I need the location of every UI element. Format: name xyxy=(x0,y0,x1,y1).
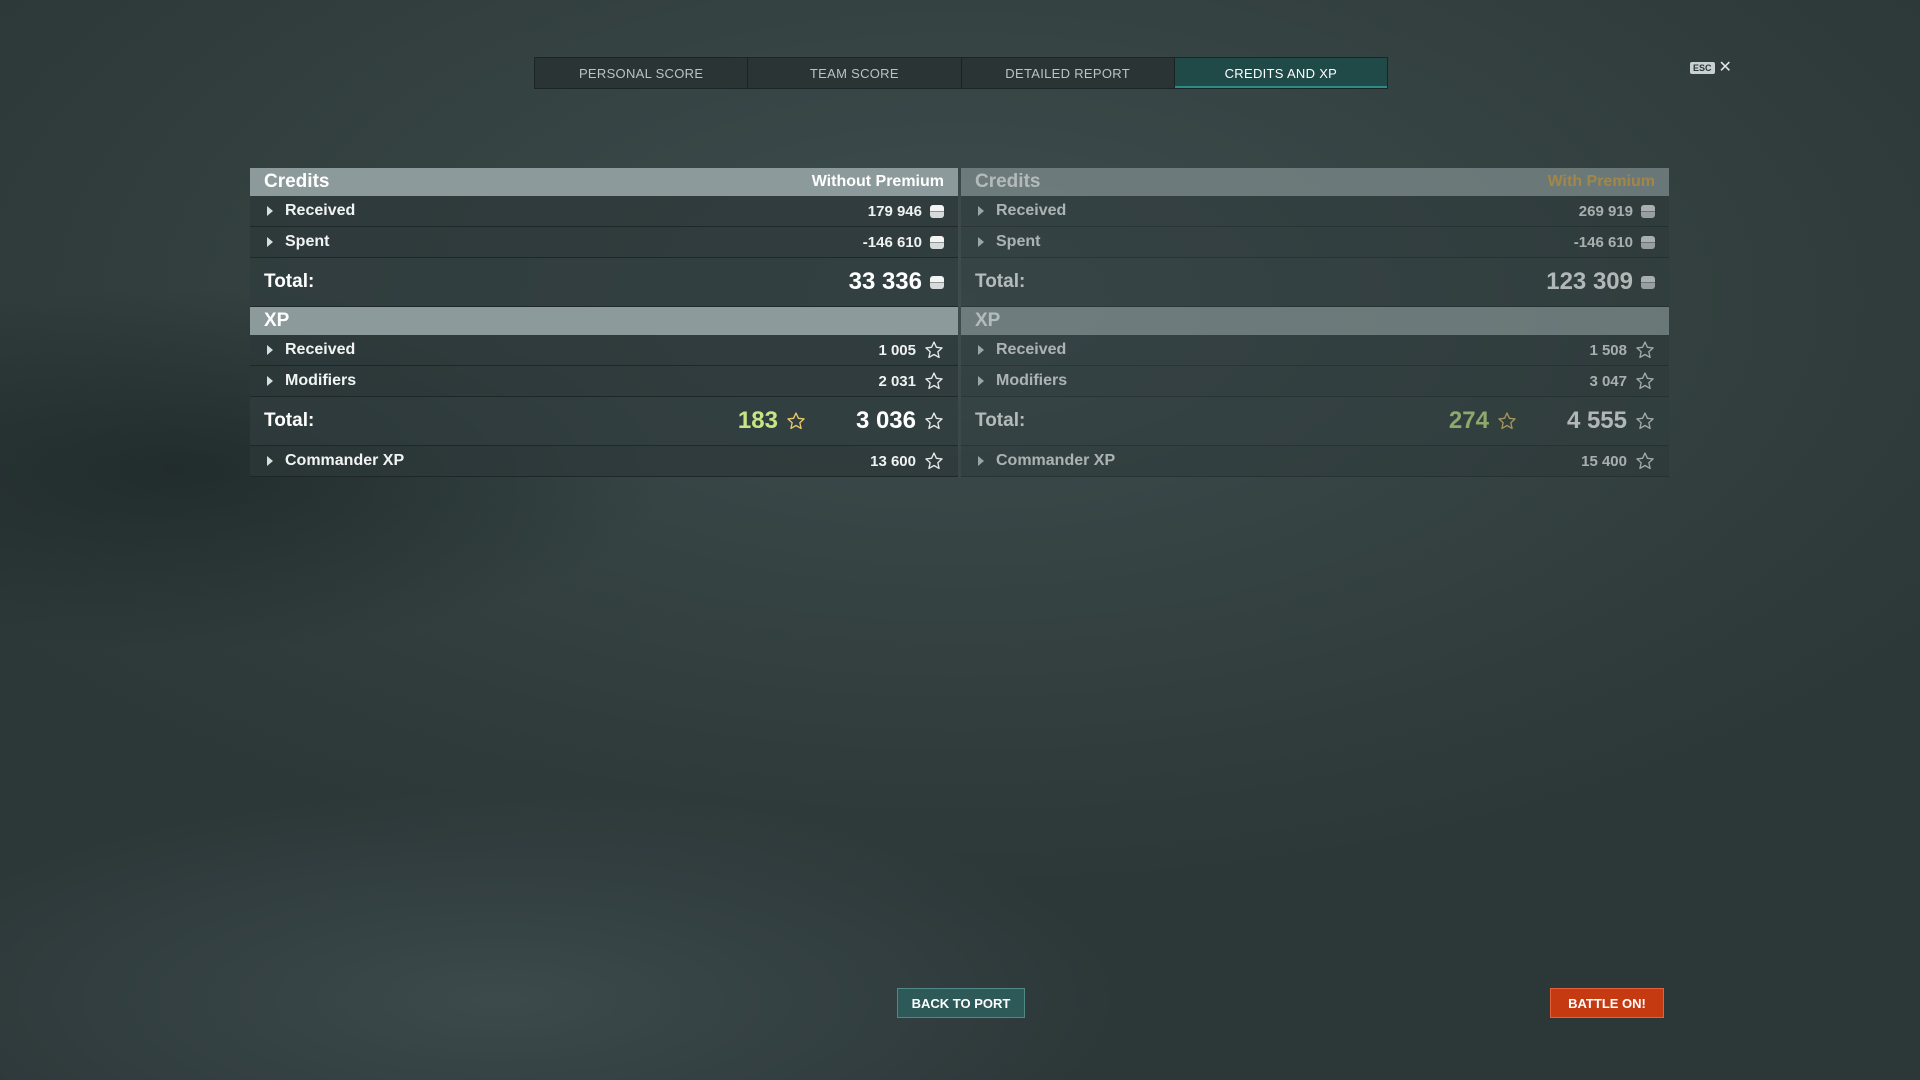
row-label: Spent xyxy=(996,233,1041,250)
back-to-port-button[interactable]: BACK TO PORT xyxy=(897,988,1025,1018)
with-premium-panel: Credits With Premium Received 269 919 Sp… xyxy=(961,168,1669,477)
xp-received-value: 1 508 xyxy=(1589,341,1627,359)
xp-total-row: Total: 274 4 555 xyxy=(961,397,1669,446)
xp-title: XP xyxy=(264,310,290,331)
total-label: Total: xyxy=(975,410,1026,431)
xp-modifiers-row[interactable]: Modifiers 2 031 xyxy=(250,366,958,397)
caret-right-icon[interactable] xyxy=(978,206,984,216)
credits-total-row: Total: 123 309 xyxy=(961,258,1669,307)
xp-star-icon xyxy=(924,411,944,431)
credits-spent-row[interactable]: Spent -146 610 xyxy=(961,227,1669,258)
premium-status-label: With Premium xyxy=(1547,173,1655,190)
credits-received-row[interactable]: Received 269 919 xyxy=(961,196,1669,227)
total-label: Total: xyxy=(264,271,315,292)
credits-header: Credits With Premium xyxy=(961,168,1669,196)
row-label: Received xyxy=(285,202,356,219)
commander-xp-row[interactable]: Commander XP 13 600 xyxy=(250,446,958,477)
credits-title: Credits xyxy=(975,171,1041,192)
xp-star-icon xyxy=(1635,451,1655,471)
credits-received-value: 179 946 xyxy=(867,202,922,220)
xp-header: XP xyxy=(961,307,1669,335)
xp-total-value: 4 555 xyxy=(1566,407,1627,434)
caret-right-icon[interactable] xyxy=(267,206,273,216)
xp-received-row[interactable]: Received 1 508 xyxy=(961,335,1669,366)
commander-xp-row[interactable]: Commander XP 15 400 xyxy=(961,446,1669,477)
xp-star-icon xyxy=(1635,371,1655,391)
premium-status-label: Without Premium xyxy=(811,173,944,190)
row-label: Modifiers xyxy=(996,372,1068,389)
credits-spent-value: -146 610 xyxy=(1573,233,1633,251)
credits-received-row[interactable]: Received 179 946 xyxy=(250,196,958,227)
xp-title: XP xyxy=(975,310,1001,331)
xp-star-icon xyxy=(924,340,944,360)
total-label: Total: xyxy=(264,410,315,431)
credits-coin-icon xyxy=(1641,275,1655,289)
row-label: Commander XP xyxy=(996,452,1116,469)
row-label: Modifiers xyxy=(285,372,357,389)
without-premium-panel: Credits Without Premium Received 179 946… xyxy=(250,168,958,477)
caret-right-icon[interactable] xyxy=(267,376,273,386)
tab-team-score[interactable]: TEAM SCORE xyxy=(748,58,962,88)
xp-star-icon xyxy=(924,451,944,471)
credits-coin-icon xyxy=(1641,235,1655,249)
caret-right-icon[interactable] xyxy=(267,345,273,355)
row-label: Received xyxy=(996,341,1067,358)
credits-title: Credits xyxy=(264,171,330,192)
credits-total-value: 33 336 xyxy=(848,268,922,295)
free-xp-star-icon xyxy=(1497,411,1517,431)
tab-detailed-report[interactable]: DETAILED REPORT xyxy=(961,58,1175,88)
xp-star-icon xyxy=(924,371,944,391)
caret-right-icon[interactable] xyxy=(267,456,273,466)
free-xp-star-icon xyxy=(786,411,806,431)
tab-bar: PERSONAL SCORE TEAM SCORE DETAILED REPOR… xyxy=(534,57,1388,89)
caret-right-icon[interactable] xyxy=(978,456,984,466)
credits-coin-icon xyxy=(1641,204,1655,218)
caret-right-icon[interactable] xyxy=(978,376,984,386)
credits-coin-icon xyxy=(930,204,944,218)
xp-modifiers-row[interactable]: Modifiers 3 047 xyxy=(961,366,1669,397)
xp-star-icon xyxy=(1635,411,1655,431)
credits-coin-icon xyxy=(930,275,944,289)
row-label: Spent xyxy=(285,233,330,250)
commander-xp-value: 13 600 xyxy=(870,452,916,470)
free-xp-value: 274 xyxy=(1448,407,1489,434)
credits-header: Credits Without Premium xyxy=(250,168,958,196)
credits-total-value: 123 309 xyxy=(1546,268,1633,295)
commander-xp-value: 15 400 xyxy=(1581,452,1627,470)
credits-received-value: 269 919 xyxy=(1578,202,1633,220)
xp-total-value: 3 036 xyxy=(855,407,916,434)
row-label: Commander XP xyxy=(285,452,405,469)
row-label: Received xyxy=(996,202,1067,219)
xp-star-icon xyxy=(1635,340,1655,360)
caret-right-icon[interactable] xyxy=(978,237,984,247)
xp-modifiers-value: 3 047 xyxy=(1589,372,1627,390)
caret-right-icon[interactable] xyxy=(267,237,273,247)
total-label: Total: xyxy=(975,271,1026,292)
xp-header: XP xyxy=(250,307,958,335)
xp-modifiers-value: 2 031 xyxy=(878,372,916,390)
credits-spent-row[interactable]: Spent -146 610 xyxy=(250,227,958,258)
close-icon: ✕ xyxy=(1718,59,1732,76)
tab-credits-and-xp[interactable]: CREDITS AND XP xyxy=(1174,58,1387,88)
close-button[interactable]: ESC ✕ xyxy=(1690,60,1732,76)
credits-coin-icon xyxy=(930,235,944,249)
xp-received-value: 1 005 xyxy=(878,341,916,359)
row-label: Received xyxy=(285,341,356,358)
esc-key-label: ESC xyxy=(1690,62,1715,74)
tab-personal-score[interactable]: PERSONAL SCORE xyxy=(535,58,749,88)
caret-right-icon[interactable] xyxy=(978,345,984,355)
credits-spent-value: -146 610 xyxy=(862,233,922,251)
battle-on-button[interactable]: BATTLE ON! xyxy=(1550,988,1664,1018)
free-xp-value: 183 xyxy=(737,407,778,434)
credits-total-row: Total: 33 336 xyxy=(250,258,958,307)
xp-received-row[interactable]: Received 1 005 xyxy=(250,335,958,366)
xp-total-row: Total: 183 3 036 xyxy=(250,397,958,446)
